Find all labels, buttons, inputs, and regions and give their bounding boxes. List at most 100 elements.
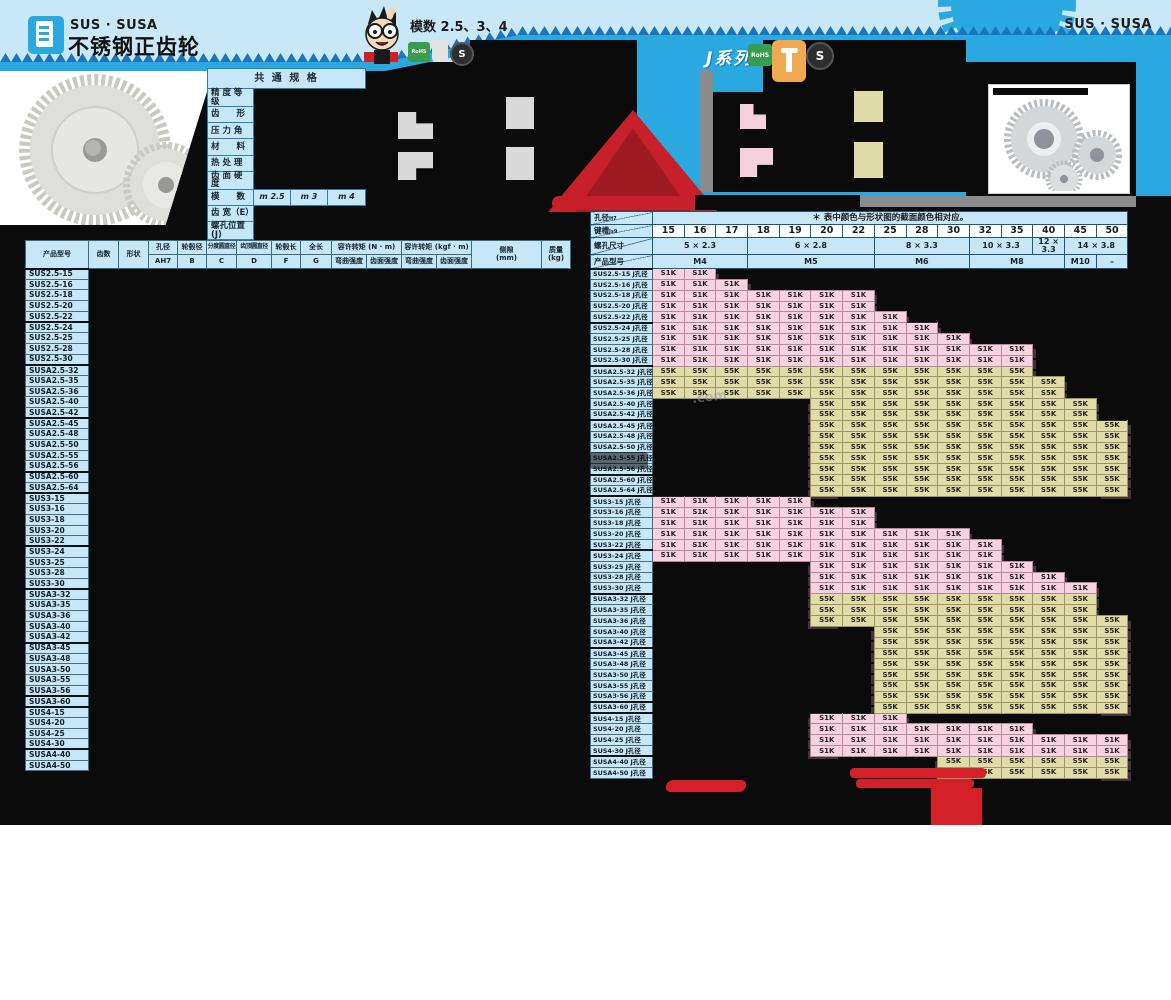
redacted-caption [993, 88, 1088, 95]
bore-availability-cell: S5K [969, 691, 1001, 702]
empty-cell [843, 702, 875, 713]
bore-availability-cell: S1K [969, 746, 1001, 757]
bore-availability-cell: S5K [906, 605, 938, 616]
empty-cell [653, 594, 685, 605]
bore-availability-cell: S5K [1001, 485, 1033, 496]
bore-availability-cell: S1K [906, 746, 938, 757]
bore-availability-cell: S1K [1064, 735, 1096, 746]
col-tip-sym: D [237, 255, 272, 269]
redacted-cells [89, 322, 571, 333]
rohs-badge: RoHS [408, 42, 430, 62]
redacted-cells [89, 269, 571, 280]
bore-availability-cell: S1K [811, 290, 843, 301]
bore-availability-cell: S1K [653, 344, 685, 355]
empty-cell [653, 691, 685, 702]
empty-cell [748, 431, 780, 442]
bore-availability-cell: S5K [874, 377, 906, 388]
bore-availability-cell: S5K [906, 616, 938, 627]
bore-availability-cell: S5K [938, 691, 970, 702]
empty-cell [1033, 344, 1065, 355]
empty-cell [938, 279, 970, 290]
module-value: m 2.5 [254, 189, 291, 205]
col-backlash: 侧隙(mm) [472, 241, 542, 269]
bore-availability-cell: S5K [874, 485, 906, 496]
bore-availability-cell: S1K [843, 724, 875, 735]
product-model-cell: SUSA2.5-60 [26, 472, 89, 483]
empty-cell [653, 464, 685, 475]
bore-availability-cell: S1K [874, 312, 906, 323]
empty-cell [716, 767, 748, 778]
empty-cell [779, 702, 811, 713]
bore-header: 19 [779, 225, 811, 238]
empty-cell [748, 681, 780, 692]
bore-availability-cell: S5K [1001, 377, 1033, 388]
redacted-cells [89, 664, 571, 675]
redacted-cells [89, 717, 571, 728]
bore-availability-cell: S5K [969, 420, 1001, 431]
bore-availability-cell: S1K [779, 334, 811, 345]
empty-cell [716, 756, 748, 767]
empty-cell [874, 507, 906, 518]
bore-availability-cell: S1K [938, 334, 970, 345]
bore-availability-cell: S1K [906, 540, 938, 551]
empty-cell [716, 485, 748, 496]
bore-availability-cell: S5K [843, 594, 875, 605]
bore-availability-cell: S5K [938, 670, 970, 681]
bore-availability-cell: S5K [938, 409, 970, 420]
bore-availability-cell: S5K [938, 659, 970, 670]
bore-availability-cell: S5K [1001, 605, 1033, 616]
bore-availability-cell: S5K [1001, 681, 1033, 692]
empty-cell [779, 691, 811, 702]
empty-cell [1096, 409, 1128, 420]
bore-availability-cell: S5K [938, 702, 970, 713]
product-model-cell: SUS3-28 [26, 568, 89, 579]
empty-cell [716, 420, 748, 431]
bore-availability-cell: S5K [1033, 626, 1065, 637]
empty-cell [906, 496, 938, 507]
bore-availability-cell: S1K [874, 540, 906, 551]
bore-availability-cell: S5K [938, 388, 970, 399]
redacted-cells [89, 440, 571, 451]
bore-availability-cell: S1K [779, 529, 811, 540]
bore-availability-cell: S5K [1001, 659, 1033, 670]
bore-availability-cell: S5K [1033, 594, 1065, 605]
bore-header: 30 [938, 225, 970, 238]
empty-cell [716, 702, 748, 713]
bore-availability-cell: S1K [843, 507, 875, 518]
bore-availability-cell: S5K [1096, 464, 1128, 475]
bore-availability-cell: S5K [969, 377, 1001, 388]
mascot [354, 4, 412, 66]
empty-cell [1064, 529, 1096, 540]
empty-cell [684, 626, 716, 637]
bore-availability-cell: S5K [1033, 702, 1065, 713]
bore-availability-cell: S5K [1001, 409, 1033, 420]
col-tip-dia: 齿顶圆直径 [237, 241, 272, 255]
row-label: SUSA2.5-45 J孔径 [591, 420, 653, 431]
empty-cell [1096, 344, 1128, 355]
bore-availability-cell: S5K [969, 681, 1001, 692]
col-surf: 齿面强度 [367, 255, 402, 269]
bore-availability-cell: S1K [843, 529, 875, 540]
empty-cell [969, 713, 1001, 724]
empty-cell [716, 409, 748, 420]
product-model-cell: SUS3-16 [26, 504, 89, 515]
bore-availability-cell: S5K [1064, 648, 1096, 659]
empty-cell [1001, 269, 1033, 280]
bore-availability-cell: S5K [811, 605, 843, 616]
empty-cell [716, 724, 748, 735]
empty-cell [843, 637, 875, 648]
row-label: SUS4-25 J孔径 [591, 735, 653, 746]
bore-availability-cell: S1K [874, 724, 906, 735]
empty-cell [653, 756, 685, 767]
bore-availability-cell: S1K [906, 344, 938, 355]
bore-availability-cell: S1K [906, 724, 938, 735]
product-model-cell: SUSA4-40 [26, 749, 89, 760]
row-label: SUSA2.5-60 J孔径 [591, 475, 653, 486]
col-total-len: 全长 [301, 241, 332, 255]
empty-cell [969, 279, 1001, 290]
empty-cell [1096, 713, 1128, 724]
bore-availability-cell: S5K [1064, 431, 1096, 442]
bore-availability-cell: S1K [811, 334, 843, 345]
empty-cell [653, 626, 685, 637]
bore-availability-cell: S5K [843, 420, 875, 431]
